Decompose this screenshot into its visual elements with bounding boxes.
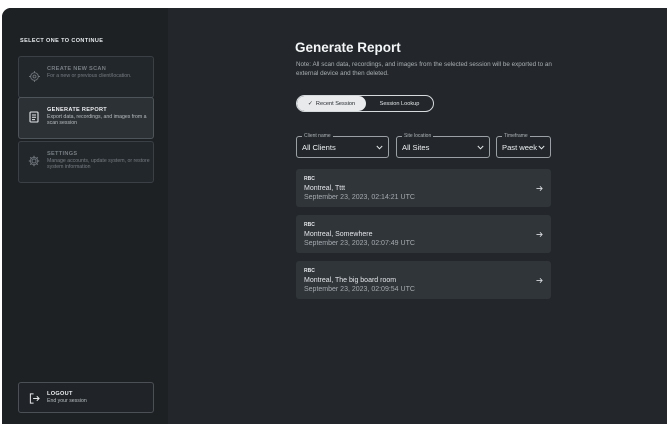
chevron-down-icon	[375, 141, 383, 153]
logout-title: LOGOUT	[47, 391, 73, 397]
check-icon: ✓	[307, 101, 313, 107]
generate-report-card[interactable]: GENERATE REPORT Export data, recordings,…	[18, 97, 154, 139]
export-note: Note: All scan data, recordings, and ima…	[296, 61, 552, 77]
site-select-label: Site location	[402, 132, 434, 140]
timeframe-select-label: Timeframe	[502, 132, 530, 140]
create-new-scan-desc: For a new or previous client/location.	[47, 73, 132, 79]
site-select[interactable]: Site location All Sites	[396, 132, 490, 158]
tab-recent-session-label: Recent Session	[315, 100, 356, 107]
session-client-code: RBC	[304, 222, 315, 228]
session-location: Montreal, The big board room	[304, 277, 397, 284]
session-date: September 23, 2023, 02:09:54 UTC	[304, 286, 415, 293]
timeframe-select-value: Past week	[502, 143, 538, 152]
session-date: September 23, 2023, 02:07:49 UTC	[304, 240, 415, 247]
chevron-down-icon	[476, 141, 484, 153]
app-window: SELECT ONE TO CONTINUE CREATE NEW SCAN F…	[2, 8, 667, 424]
create-new-scan-card[interactable]: CREATE NEW SCAN For a new or previous cl…	[18, 56, 154, 98]
session-card[interactable]: RBC Montreal, The big board room Septemb…	[296, 261, 551, 299]
settings-card[interactable]: SETTINGS Manage accounts, update system,…	[18, 141, 154, 183]
logout-desc: End your session	[47, 398, 87, 404]
session-tabs: ✓ Recent Session Session Lookup	[296, 95, 434, 112]
arrow-right-icon	[534, 183, 544, 193]
tab-recent-session[interactable]: ✓ Recent Session	[297, 96, 366, 111]
sidebar-heading: SELECT ONE TO CONTINUE	[20, 38, 104, 44]
sidebar: SELECT ONE TO CONTINUE CREATE NEW SCAN F…	[2, 8, 168, 424]
report-icon	[28, 110, 40, 124]
logout-icon	[28, 391, 40, 405]
session-location: Montreal, Somewhere	[304, 231, 373, 238]
generate-report-desc: Export data, recordings, and images from…	[47, 114, 147, 126]
site-select-value: All Sites	[402, 143, 430, 152]
gear-icon	[28, 154, 40, 168]
client-select-value: All Clients	[302, 143, 336, 152]
session-client-code: RBC	[304, 176, 315, 182]
session-card[interactable]: RBC Montreal, Tttt September 23, 2023, 0…	[296, 169, 551, 207]
arrow-right-icon	[534, 229, 544, 239]
client-select-label: Client name	[302, 132, 333, 140]
session-card[interactable]: RBC Montreal, Somewhere September 23, 20…	[296, 215, 551, 253]
session-date: September 23, 2023, 02:14:21 UTC	[304, 194, 415, 201]
timeframe-select[interactable]: Timeframe Past week	[496, 132, 551, 158]
session-location: Montreal, Tttt	[304, 185, 346, 192]
client-select[interactable]: Client name All Clients	[296, 132, 389, 158]
logout-button[interactable]: LOGOUT End your session	[18, 382, 154, 413]
create-new-scan-title: CREATE NEW SCAN	[47, 66, 107, 72]
tab-session-lookup-label: Session Lookup	[379, 100, 420, 107]
crosshair-icon	[28, 69, 40, 83]
page-title: Generate Report	[295, 40, 401, 55]
tab-session-lookup[interactable]: Session Lookup	[366, 96, 433, 111]
settings-desc: Manage accounts, update system, or resto…	[47, 158, 150, 170]
arrow-right-icon	[534, 275, 544, 285]
generate-report-title: GENERATE REPORT	[47, 107, 108, 113]
session-client-code: RBC	[304, 268, 315, 274]
settings-title: SETTINGS	[47, 151, 78, 157]
chevron-down-icon	[537, 141, 545, 153]
